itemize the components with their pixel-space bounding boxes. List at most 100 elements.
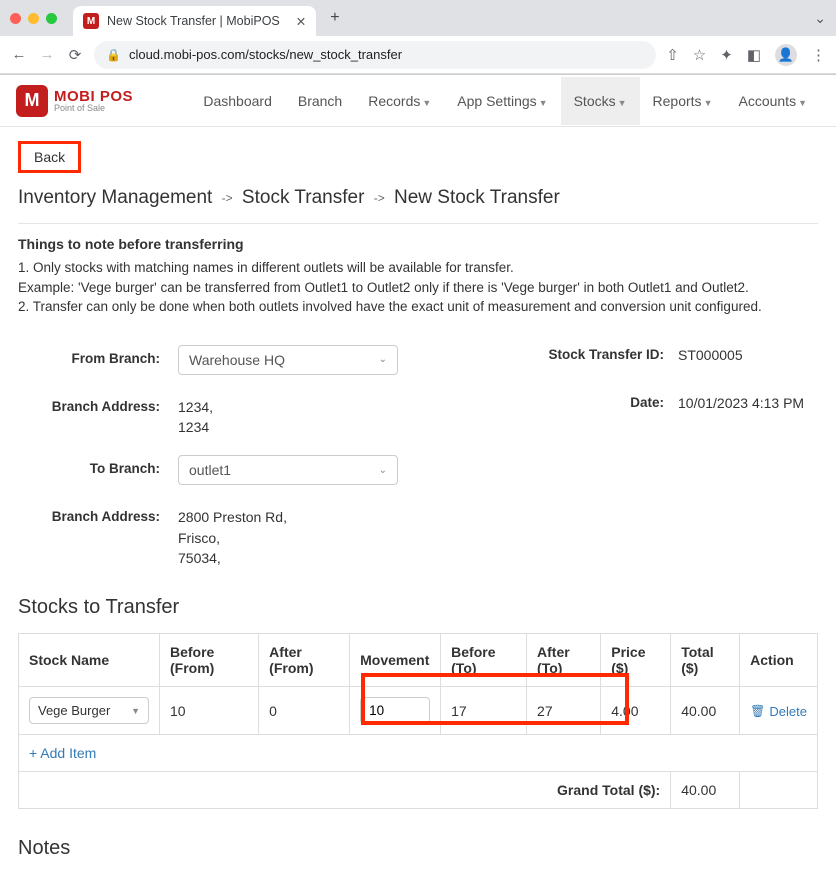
col-after-from: After (From)	[259, 634, 350, 687]
delete-row-button[interactable]: 🗑 Delete	[750, 704, 807, 719]
divider	[18, 223, 818, 224]
add-item-button[interactable]: + Add Item	[29, 745, 96, 761]
browser-chrome: M New Stock Transfer | MobiPOS ✕ + ⌄ ← →…	[0, 0, 836, 75]
to-branch-value: outlet1	[189, 462, 231, 478]
share-icon[interactable]: ⇧	[666, 46, 679, 64]
col-before-to: Before (To)	[441, 634, 527, 687]
before-to-cell: 17	[441, 687, 527, 735]
transfer-id-label: Stock Transfer ID:	[528, 345, 678, 362]
from-branch-label: From Branch:	[18, 345, 178, 366]
logo-sub-text: Point of Sale	[54, 104, 133, 113]
stocks-section-title: Stocks to Transfer	[18, 596, 818, 619]
table-row: Vege Burger ▼ 10 0 17 27 4.00 40.00	[19, 687, 818, 735]
chevron-down-icon: ▼	[131, 706, 140, 716]
forward-icon: →	[38, 46, 56, 63]
nav-branch[interactable]: Branch	[285, 77, 355, 125]
total-cell: 40.00	[671, 687, 740, 735]
movement-input[interactable]	[360, 697, 430, 724]
add-item-row: + Add Item	[19, 735, 818, 772]
transfer-id-value: ST000005	[678, 345, 818, 363]
notes-section-title: Notes	[18, 837, 818, 860]
back-icon[interactable]: ←	[10, 46, 28, 63]
to-branch-label: To Branch:	[18, 455, 178, 476]
trash-icon: 🗑	[750, 704, 765, 718]
url-text: cloud.mobi-pos.com/stocks/new_stock_tran…	[129, 47, 402, 62]
profile-avatar-icon[interactable]: 👤	[775, 44, 797, 66]
back-button[interactable]: Back	[18, 141, 81, 173]
lock-icon: 🔒	[106, 48, 121, 62]
stock-name-value: Vege Burger	[38, 703, 110, 718]
app-logo[interactable]: M MOBI POS Point of Sale	[16, 85, 133, 117]
to-address-label: Branch Address:	[18, 503, 178, 524]
maximize-window-icon[interactable]	[46, 13, 57, 24]
tab-title: New Stock Transfer | MobiPOS	[107, 14, 280, 28]
nav-dashboard[interactable]: Dashboard	[190, 77, 285, 125]
to-address-value: 2800 Preston Rd, Frisco, 75034,	[178, 503, 438, 568]
reload-icon[interactable]: ⟳	[66, 46, 84, 64]
stocks-table: Stock Name Before (From) After (From) Mo…	[18, 633, 818, 809]
from-branch-select[interactable]: Warehouse HQ ⌄	[178, 345, 398, 375]
bookmark-icon[interactable]: ☆	[693, 46, 706, 64]
col-price: Price ($)	[601, 634, 671, 687]
note-line-2: 2. Transfer can only be done when both o…	[18, 297, 818, 317]
breadcrumb-new: New Stock Transfer	[394, 187, 560, 208]
col-total: Total ($)	[671, 634, 740, 687]
price-cell: 4.00	[601, 687, 671, 735]
minimize-window-icon[interactable]	[28, 13, 39, 24]
from-address-label: Branch Address:	[18, 393, 178, 414]
grand-total-row: Grand Total ($): 40.00	[19, 772, 818, 809]
extensions-icon[interactable]: ✦	[720, 46, 733, 64]
chevron-down-icon: ▼	[798, 98, 807, 108]
from-branch-value: Warehouse HQ	[189, 352, 285, 368]
col-stock-name: Stock Name	[19, 634, 160, 687]
chevron-down-icon: ⌄	[379, 354, 387, 365]
breadcrumb-inventory[interactable]: Inventory Management	[18, 187, 212, 208]
after-from-cell: 0	[259, 687, 350, 735]
app-navbar: M MOBI POS Point of Sale Dashboard Branc…	[0, 75, 836, 127]
date-label: Date:	[528, 393, 678, 410]
breadcrumb-sep-icon: ->	[374, 191, 385, 205]
breadcrumb-sep-icon: ->	[222, 191, 233, 205]
stock-name-select[interactable]: Vege Burger ▼	[29, 697, 149, 724]
note-line-1: 1. Only stocks with matching names in di…	[18, 258, 818, 278]
col-action: Action	[740, 634, 818, 687]
date-value: 10/01/2023 4:13 PM	[678, 393, 818, 411]
chevron-down-icon: ▼	[704, 98, 713, 108]
before-from-cell: 10	[160, 687, 259, 735]
chevron-down-icon: ▼	[618, 98, 627, 108]
chevron-down-icon: ▼	[422, 98, 431, 108]
breadcrumb-stock-transfer[interactable]: Stock Transfer	[242, 187, 365, 208]
nav-records[interactable]: Records▼	[355, 77, 444, 125]
col-before-from: Before (From)	[160, 634, 259, 687]
col-movement: Movement	[350, 634, 441, 687]
close-tab-icon[interactable]: ✕	[296, 14, 306, 29]
to-branch-select[interactable]: outlet1 ⌄	[178, 455, 398, 485]
logo-main-text: MOBI POS	[54, 89, 133, 104]
transfer-notes: Things to note before transferring 1. On…	[18, 236, 818, 317]
address-bar[interactable]: 🔒 cloud.mobi-pos.com/stocks/new_stock_tr…	[94, 41, 656, 69]
window-controls	[10, 13, 57, 24]
logo-mark-icon: M	[16, 85, 48, 117]
favicon-icon: M	[83, 13, 99, 29]
panel-icon[interactable]: ◧	[747, 46, 761, 64]
grand-total-value: 40.00	[671, 772, 740, 809]
new-tab-button[interactable]: +	[324, 9, 345, 27]
nav-stocks[interactable]: Stocks▼	[561, 77, 640, 125]
grand-total-label: Grand Total ($):	[19, 772, 671, 809]
close-window-icon[interactable]	[10, 13, 21, 24]
nav-accounts[interactable]: Accounts▼	[725, 77, 820, 125]
nav-reports[interactable]: Reports▼	[640, 77, 726, 125]
from-address-value: 1234, 1234	[178, 393, 438, 438]
notes-heading: Things to note before transferring	[18, 236, 818, 252]
delete-label: Delete	[769, 704, 807, 719]
note-line-example: Example: 'Vege burger' can be transferre…	[18, 278, 818, 298]
chevron-down-icon: ⌄	[379, 465, 387, 476]
breadcrumb: Inventory Management -> Stock Transfer -…	[18, 187, 818, 209]
browser-tab[interactable]: M New Stock Transfer | MobiPOS ✕	[73, 6, 316, 36]
nav-app-settings[interactable]: App Settings▼	[444, 77, 560, 125]
after-to-cell: 27	[527, 687, 601, 735]
chevron-down-icon: ▼	[539, 98, 548, 108]
col-after-to: After (To)	[527, 634, 601, 687]
menu-icon[interactable]: ⋮	[811, 46, 826, 64]
chevron-down-icon[interactable]: ⌄	[814, 10, 826, 27]
